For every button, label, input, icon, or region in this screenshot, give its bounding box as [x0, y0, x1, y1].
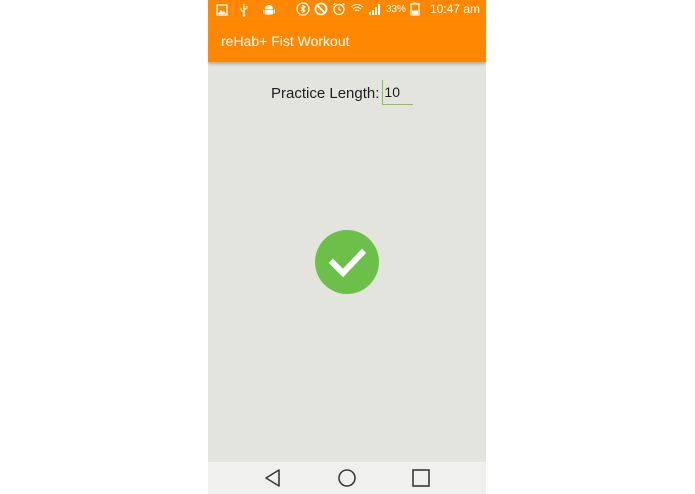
status-left: [216, 3, 276, 17]
home-button[interactable]: [336, 468, 358, 488]
phone-screen: 33% 10:47 am reHab+ Fist Workout Practic…: [208, 0, 486, 494]
battery-percent: 33%: [385, 3, 406, 15]
signal-icon: [368, 2, 382, 16]
do-not-disturb-icon: [314, 2, 328, 16]
practice-length-row: Practice Length:: [271, 80, 414, 105]
status-bar: 33% 10:47 am: [208, 0, 486, 22]
status-time: 10:47 am: [429, 2, 480, 16]
action-bar: reHab+ Fist Workout: [208, 22, 486, 62]
battery-icon: [410, 2, 424, 16]
android-icon: [262, 3, 276, 17]
bluetooth-icon: [296, 2, 310, 16]
status-right: 33% 10:47 am: [296, 2, 480, 16]
wifi-icon: [350, 2, 364, 16]
practice-length-input[interactable]: [382, 80, 414, 105]
back-icon: [265, 469, 280, 487]
image-icon: [216, 3, 230, 17]
recent-apps-button[interactable]: [410, 468, 432, 488]
practice-length-label: Practice Length:: [271, 85, 380, 102]
home-icon: [338, 469, 356, 487]
checkmark-icon: [328, 248, 367, 278]
alarm-icon: [332, 2, 346, 16]
confirm-check-button[interactable]: [315, 230, 379, 294]
recent-apps-icon: [412, 469, 430, 487]
navigation-bar: [208, 462, 486, 494]
usb-icon: [239, 3, 253, 17]
app-title: reHab+ Fist Workout: [221, 33, 350, 49]
back-button[interactable]: [262, 468, 284, 488]
